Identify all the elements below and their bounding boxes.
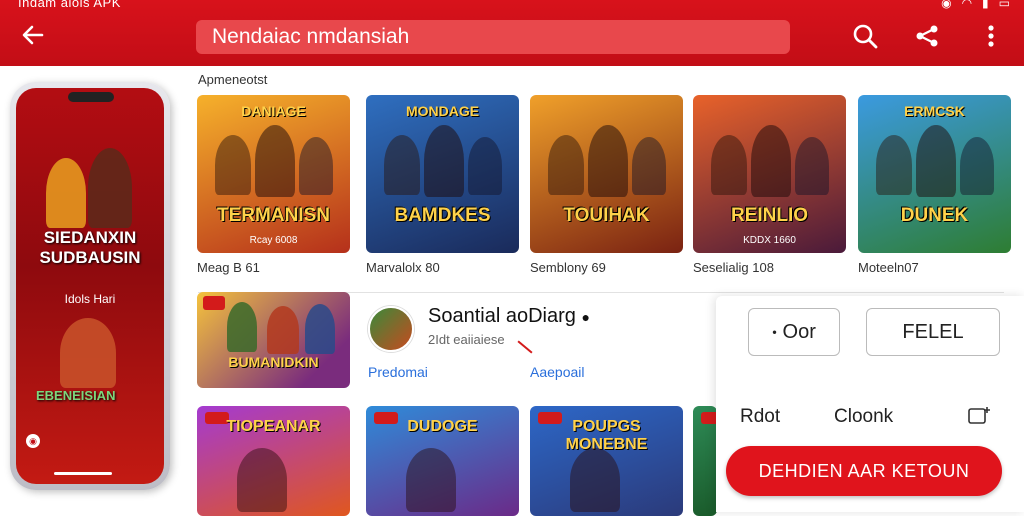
top-app-bar: Indam aiois APK ◉ ◠ ▮ ▭ Nendaiac nmdansi… [0, 0, 1024, 66]
search-input[interactable]: Nendaiac nmdansiah [196, 20, 790, 54]
game-name: REINLIO [730, 205, 809, 226]
game-logo: POUPGS MONEBNE [565, 418, 648, 453]
share-icon[interactable] [912, 22, 942, 52]
status-title: Indam aiois APK [18, 0, 121, 10]
character-art [468, 137, 502, 195]
game-tag: Rcay 6008 [249, 235, 298, 246]
label-right[interactable]: Cloonk [834, 406, 893, 428]
game-card[interactable]: MONDAGE BAMDKES [366, 95, 519, 253]
annotation-mark [517, 340, 533, 354]
character-art [960, 137, 994, 195]
character-art [88, 148, 132, 228]
character-art [916, 125, 956, 197]
game-card[interactable]: POUPGS MONEBNE [530, 406, 683, 516]
character-art [46, 158, 86, 228]
notification-icon: ◉ [941, 0, 952, 10]
game-card[interactable]: DUDOGE [366, 406, 519, 516]
game-tag: KDDX 1660 [743, 235, 796, 246]
option-button-left[interactable]: ● Oor [748, 308, 840, 356]
game-name: DUNEK [900, 205, 969, 226]
character-art [237, 448, 287, 512]
game-art: DANIAGE TERMANISN Rcay 6008 [197, 95, 350, 253]
label-left[interactable]: Rdot [740, 406, 780, 428]
character-art [60, 318, 116, 388]
status-icons: ◉ ◠ ▮ ▭ [941, 0, 1010, 10]
character-art [632, 137, 666, 195]
character-art [751, 125, 791, 197]
game-art: ERMCSK DUNEK [858, 95, 1011, 253]
game-card[interactable]: TIOPEANAR [197, 406, 350, 516]
game-name: BAMDKES [394, 205, 491, 226]
link-left[interactable]: Predomai [368, 364, 428, 380]
home-indicator [54, 472, 112, 475]
game-card[interactable] [693, 406, 717, 516]
character-art [570, 448, 620, 512]
game-name: TOUIHAK [563, 205, 650, 226]
phone-bottom-title: EBENEISIAN [36, 388, 116, 403]
comment-icon[interactable] [968, 406, 990, 426]
game-logo: DANIAGE [241, 103, 306, 119]
app-avatar[interactable] [368, 306, 414, 352]
game-caption[interactable]: Moteeln07 [858, 260, 919, 275]
app-badge-icon: ◉ [26, 434, 40, 448]
wifi-icon: ◠ [961, 0, 973, 10]
game-art: MONDAGE BAMDKES [366, 95, 519, 253]
character-art [424, 125, 464, 197]
featured-game-card[interactable]: BUMANIDKIN [197, 292, 350, 388]
radio-dot-icon: ● [772, 327, 777, 337]
character-art [406, 448, 456, 512]
game-caption[interactable]: Marvalolx 80 [366, 260, 440, 275]
character-art [267, 306, 299, 354]
action-panel: ● Oor FELEL Rdot Cloonk DEHDIEN AAR KETO… [716, 296, 1024, 512]
badge-icon [701, 412, 717, 424]
featured-game-name: BUMANIDKIN [228, 354, 319, 370]
game-name: TERMANISN [217, 205, 330, 226]
character-art [299, 137, 333, 195]
badge-icon [203, 296, 225, 310]
more-vertical-icon[interactable] [976, 22, 1006, 52]
verified-icon: ● [581, 309, 590, 325]
game-caption[interactable]: Seselialig 108 [693, 260, 774, 275]
character-art [227, 302, 257, 352]
back-arrow-icon[interactable] [20, 22, 50, 52]
game-card[interactable]: DANIAGE TERMANISN Rcay 6008 [197, 95, 350, 253]
character-art [548, 135, 584, 195]
game-card[interactable]: REINLIO KDDX 1660 [693, 95, 846, 253]
game-card[interactable]: TOUIHAK [530, 95, 683, 253]
status-bar: Indam aiois APK ◉ ◠ ▮ ▭ [0, 0, 1024, 14]
character-art [255, 125, 295, 197]
search-icon[interactable] [850, 22, 880, 52]
game-logo: ERMCSK [904, 103, 965, 119]
game-logo: TIOPEANAR [226, 418, 321, 435]
app-meta: 2Idt eaiiaiese [428, 332, 505, 347]
game-logo: MONDAGE [405, 103, 480, 119]
phone-mockup: SIEDANXIN SUDBAUSIN Idols Hari EBENEISIA… [10, 82, 170, 490]
phone-screen: SIEDANXIN SUDBAUSIN Idols Hari EBENEISIA… [16, 88, 164, 484]
link-right[interactable]: Aaepoail [530, 364, 585, 380]
phone-game-title: SIEDANXIN SUDBAUSIN [39, 228, 141, 267]
character-art [215, 135, 251, 195]
signal-icon: ▮ [982, 0, 989, 10]
option-button-right[interactable]: FELEL [866, 308, 1000, 356]
game-caption[interactable]: Semblony 69 [530, 260, 606, 275]
download-button[interactable]: DEHDIEN AAR KETOUN [726, 446, 1002, 496]
game-card[interactable]: ERMCSK DUNEK [858, 95, 1011, 253]
character-art [711, 135, 747, 195]
character-art [876, 135, 912, 195]
character-art [795, 137, 829, 195]
game-caption[interactable]: Meag B 61 [197, 260, 260, 275]
game-art: TOUIHAK [530, 95, 683, 253]
app-name: Soantial aoDiarg ● [428, 305, 590, 327]
phone-subtitle: Idols Hari [64, 292, 116, 306]
battery-icon: ▭ [998, 0, 1010, 10]
character-art [588, 125, 628, 197]
phone-notch [68, 92, 114, 102]
game-logo: DUDOGE [407, 418, 478, 435]
character-art [384, 135, 420, 195]
character-art [305, 304, 335, 354]
game-art: REINLIO KDDX 1660 [693, 95, 846, 253]
section-title: Apmeneotst [198, 72, 268, 87]
